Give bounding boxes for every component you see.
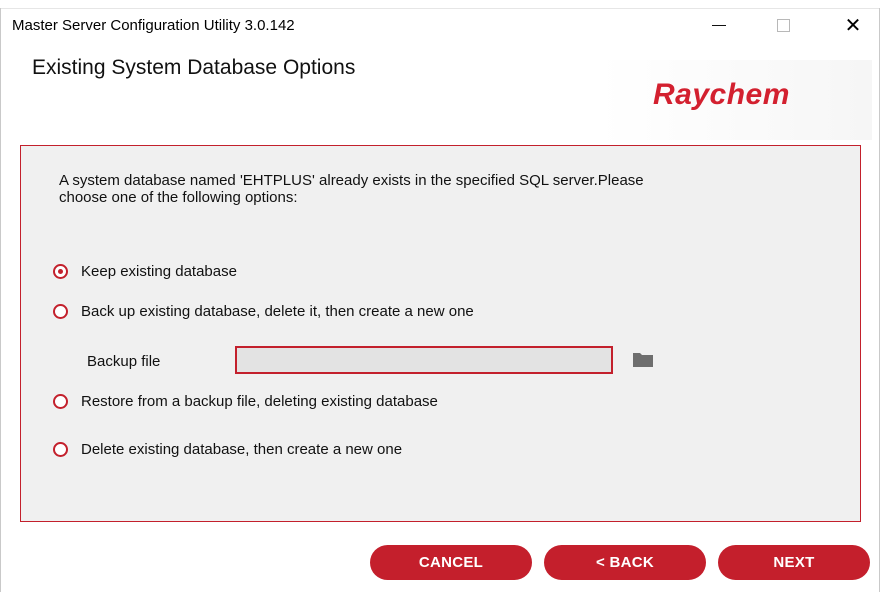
intro-text: A system database named 'EHTPLUS' alread… (59, 172, 644, 206)
option-label: Back up existing database, delete it, th… (81, 303, 474, 320)
backup-file-label: Backup file (87, 353, 161, 370)
next-button[interactable]: NEXT (718, 545, 870, 580)
option-backup-recreate[interactable]: Back up existing database, delete it, th… (53, 303, 474, 320)
close-button[interactable]: ✕ (830, 8, 876, 42)
option-delete-recreate[interactable]: Delete existing database, then create a … (53, 441, 402, 458)
back-button[interactable]: < BACK (544, 545, 706, 580)
minimize-icon (712, 24, 726, 26)
radio-button-backup[interactable] (53, 304, 68, 319)
page-title: Existing System Database Options (32, 56, 356, 79)
option-restore-backup[interactable]: Restore from a backup file, deleting exi… (53, 393, 438, 410)
raychem-logo: Raychem (653, 78, 790, 111)
close-icon: ✕ (844, 13, 862, 37)
option-label: Keep existing database (81, 263, 237, 280)
radio-button-restore[interactable] (53, 394, 68, 409)
backup-file-input[interactable] (235, 346, 613, 374)
option-label: Restore from a backup file, deleting exi… (81, 393, 438, 410)
maximize-button[interactable] (760, 8, 806, 42)
minimize-button[interactable] (696, 8, 742, 42)
folder-icon[interactable] (632, 350, 654, 368)
title-bar: Master Server Configuration Utility 3.0.… (0, 8, 880, 42)
option-keep-existing[interactable]: Keep existing database (53, 263, 237, 280)
window-title: Master Server Configuration Utility 3.0.… (12, 17, 295, 34)
cancel-button[interactable]: CANCEL (370, 545, 532, 580)
radio-button-keep[interactable] (53, 264, 68, 279)
maximize-icon (776, 18, 790, 32)
radio-button-delete[interactable] (53, 442, 68, 457)
installer-window: Master Server Configuration Utility 3.0.… (0, 0, 880, 592)
window-left-border (0, 8, 1, 592)
option-label: Delete existing database, then create a … (81, 441, 403, 458)
options-panel: A system database named 'EHTPLUS' alread… (20, 145, 861, 522)
